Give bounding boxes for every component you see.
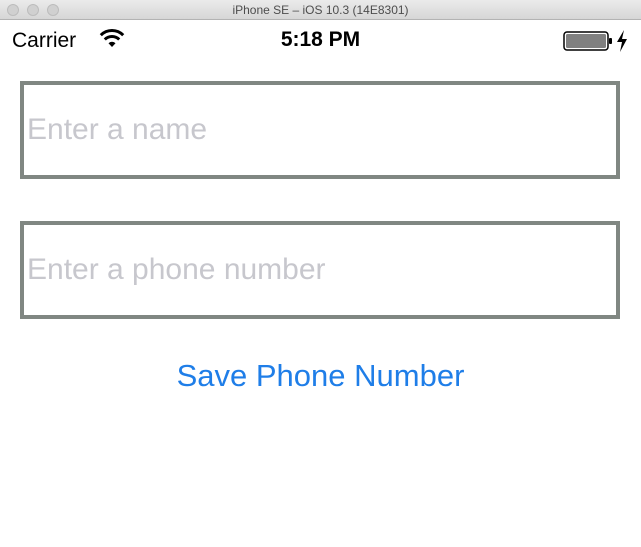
phone-number-input[interactable] xyxy=(24,225,616,315)
phone-field[interactable] xyxy=(20,221,620,319)
charging-bolt-icon xyxy=(616,30,628,57)
window-title: iPhone SE – iOS 10.3 (14E8301) xyxy=(232,3,409,17)
status-time: 5:18 PM xyxy=(280,28,361,51)
save-phone-number-button[interactable]: Save Phone Number xyxy=(0,358,641,394)
name-field[interactable] xyxy=(20,81,620,179)
name-input[interactable] xyxy=(24,85,616,175)
battery-icon xyxy=(563,31,613,56)
ios-status-bar: Carrier 5:18 PM xyxy=(0,20,641,62)
simulator-title-bar: iPhone SE – iOS 10.3 (14E8301) xyxy=(0,0,641,20)
